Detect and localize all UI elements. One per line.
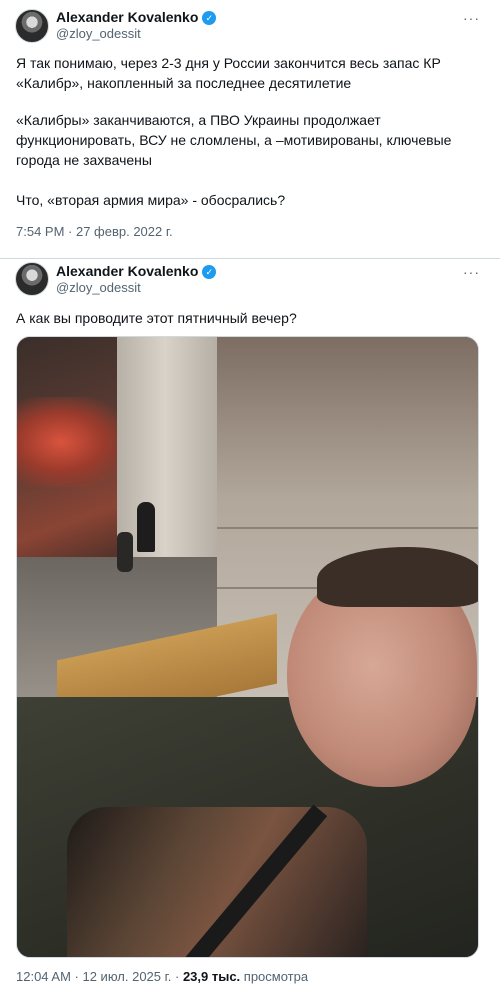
author-handle[interactable]: @zloy_odessit bbox=[56, 26, 141, 42]
author-name[interactable]: Alexander Kovalenko ✓ bbox=[56, 263, 217, 280]
tweet-2: Alexander Kovalenko ✓ @zloy_odessit ··· … bbox=[0, 258, 500, 991]
tweet-timestamp[interactable]: 12:04 AM · 12 июл. 2025 г. · bbox=[16, 969, 183, 984]
author-name-text[interactable]: Alexander Kovalenko bbox=[56, 263, 198, 280]
tweet-text-paragraph-1: Я так понимаю, через 2-3 дня у России за… bbox=[16, 55, 441, 91]
verified-badge-icon: ✓ bbox=[202, 10, 217, 25]
author-handle[interactable]: @zloy_odessit bbox=[56, 280, 141, 296]
tweet-1: Alexander Kovalenko ✓ @zloy_odessit ··· … bbox=[0, 0, 500, 259]
tweet-text-paragraph-2: «Калибры» заканчиваются, а ПВО Украины п… bbox=[16, 112, 452, 168]
tweet-timestamp[interactable]: 7:54 PM · 27 февр. 2022 г. bbox=[16, 224, 173, 240]
author-name[interactable]: Alexander Kovalenko ✓ bbox=[56, 9, 217, 26]
tweet-photo[interactable] bbox=[16, 336, 479, 958]
more-options-icon[interactable]: ··· bbox=[463, 265, 480, 279]
more-options-icon[interactable]: ··· bbox=[463, 11, 480, 25]
views-label: просмотра bbox=[240, 969, 309, 984]
tweet-text: А как вы проводите этот пятничный вечер? bbox=[16, 310, 297, 326]
views-count: 23,9 тыс. bbox=[182, 969, 241, 984]
author-name-text[interactable]: Alexander Kovalenko bbox=[56, 9, 198, 26]
verified-badge-icon: ✓ bbox=[202, 264, 217, 279]
tweet-meta: 12:04 AM · 12 июл. 2025 г. · 23,9 тыс. п… bbox=[16, 969, 308, 985]
avatar[interactable] bbox=[15, 9, 49, 43]
avatar[interactable] bbox=[15, 262, 49, 296]
tweet-text-paragraph-3: Что, «вторая армия мира» - обосрались? bbox=[16, 192, 286, 208]
